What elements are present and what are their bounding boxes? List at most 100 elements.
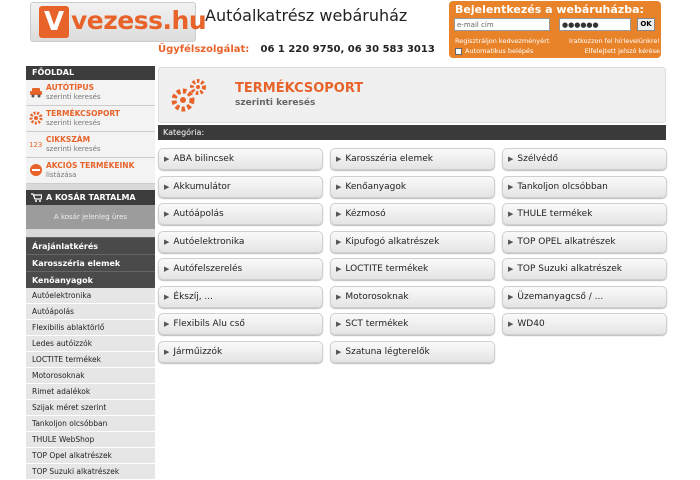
category-label: THULE termékek bbox=[517, 209, 593, 219]
search-title: CIKKSZÁM bbox=[46, 135, 91, 144]
cart-icon bbox=[31, 193, 42, 202]
category-button[interactable]: ▶ Karosszéria elemek bbox=[330, 148, 495, 170]
arrow-right-icon: ▶ bbox=[508, 320, 514, 328]
category-button[interactable]: ▶ TOP Suzuki alkatrészek bbox=[502, 258, 667, 280]
sidebar-category[interactable]: Karosszéria elemek bbox=[26, 254, 155, 271]
sidebar-subitem[interactable]: Ledes autóizzók bbox=[26, 336, 155, 352]
category-button[interactable]: ▶ Járműizzók bbox=[158, 340, 323, 363]
arrow-right-icon: ▶ bbox=[164, 210, 170, 218]
arrow-right-icon: ▶ bbox=[508, 182, 514, 191]
category-button[interactable]: ▶ LOCTITE termékek bbox=[330, 258, 495, 280]
arrow-right-icon: ▶ bbox=[164, 320, 170, 328]
search-sub: listázása bbox=[46, 171, 77, 179]
category-label: Járműizzók bbox=[173, 346, 223, 357]
category-label: Ékszíj, ... bbox=[173, 291, 214, 302]
category-button[interactable]: ▶ Autóelektronika bbox=[158, 230, 323, 253]
search-sub: szerinti keresés bbox=[46, 119, 101, 127]
category-button[interactable]: ▶ Kézmosó bbox=[330, 203, 495, 225]
search-by-car-type[interactable]: AUTÓTÍPUS szerinti keresés bbox=[26, 80, 155, 106]
auto-login-label: Automatikus belépés bbox=[465, 47, 534, 55]
category-button[interactable]: ▶ Autóápolás bbox=[158, 203, 323, 225]
sale-products[interactable]: AKCIÓS TERMÉKEINK listázása bbox=[26, 158, 155, 184]
cart-title: A KOSÁR TARTALMA bbox=[46, 193, 136, 202]
cart-header[interactable]: A KOSÁR TARTALMA bbox=[26, 190, 155, 205]
sidebar-subitem[interactable]: Rimet adalékok bbox=[26, 384, 155, 400]
sidebar-category[interactable]: Kenőanyagok bbox=[26, 271, 155, 288]
cart-empty-text: A kosár jelenleg üres bbox=[26, 205, 155, 229]
category-label: Kézmosó bbox=[345, 209, 386, 219]
search-title: AKCIÓS TERMÉKEINK bbox=[46, 161, 135, 170]
auto-login-checkbox[interactable]: Automatikus belépés bbox=[455, 46, 533, 56]
site-logo[interactable]: V vezess.hu bbox=[30, 2, 207, 42]
category-label: Autóelektronika bbox=[173, 236, 245, 247]
category-button[interactable]: ▶ Ékszíj, ... bbox=[158, 285, 323, 308]
arrow-right-icon: ▶ bbox=[508, 237, 514, 246]
category-button[interactable]: ▶ TOP OPEL alkatrészek bbox=[502, 230, 667, 253]
category-label: Szatuna légterelők bbox=[345, 346, 430, 357]
forgot-password-link[interactable]: Elfelejtett jelszó kérése bbox=[585, 46, 660, 56]
category-label: ABA bilincsek bbox=[173, 154, 235, 164]
sidebar-subitem[interactable]: Autóelektronika bbox=[26, 288, 155, 304]
category-button[interactable]: ▶ Üzemanyagcső / ... bbox=[502, 285, 667, 308]
category-button[interactable]: ▶ Flexibils Alu cső bbox=[158, 313, 323, 335]
category-label: Kenőanyagok bbox=[345, 181, 407, 192]
search-title: AUTÓTÍPUS bbox=[46, 83, 95, 92]
category-button[interactable]: ▶ SCT termékek bbox=[330, 313, 495, 335]
sidebar-subitem[interactable]: Motorosoknak bbox=[26, 368, 155, 384]
arrow-right-icon: ▶ bbox=[164, 155, 170, 163]
sidebar-category[interactable]: Árajánlatkérés bbox=[26, 237, 155, 254]
checkbox-icon bbox=[455, 47, 462, 55]
arrow-right-icon: ▶ bbox=[164, 237, 170, 246]
sidebar-subitem[interactable]: Szijak méret szerint bbox=[26, 400, 155, 416]
category-button[interactable]: ▶ Kenőanyagok bbox=[330, 175, 495, 198]
arrow-right-icon: ▶ bbox=[164, 265, 170, 273]
arrow-right-icon: ▶ bbox=[336, 210, 342, 218]
category-label: Tankoljon olcsóbban bbox=[517, 181, 608, 192]
register-link[interactable]: Regisztráljon kedvezményért bbox=[455, 36, 549, 46]
category-button[interactable]: ▶ Szatuna légterelők bbox=[330, 340, 495, 363]
category-label: Motorosoknak bbox=[345, 291, 409, 302]
category-button[interactable]: ▶ ABA bilincsek bbox=[158, 148, 323, 170]
category-button[interactable]: ▶ Autófelszerelés bbox=[158, 258, 323, 280]
arrow-right-icon: ▶ bbox=[164, 182, 170, 191]
category-button[interactable]: ▶ Szélvédő bbox=[502, 148, 667, 170]
category-label: Kipufogó alkatrészek bbox=[345, 236, 440, 247]
password-input[interactable] bbox=[559, 18, 631, 31]
category-label: Akkumulátor bbox=[173, 181, 231, 192]
category-button[interactable]: ▶ WD40 bbox=[502, 313, 667, 335]
category-bar: Kategória: bbox=[158, 125, 666, 140]
logo-text: vezess.hu bbox=[71, 6, 207, 35]
gear-icon bbox=[29, 111, 43, 125]
section-header: TERMÉKCSOPORT szerinti keresés bbox=[158, 67, 666, 123]
search-sub: szerinti keresés bbox=[46, 93, 101, 101]
sidebar-subitem[interactable]: THULE WebShop bbox=[26, 432, 155, 448]
category-button[interactable]: ▶ THULE termékek bbox=[502, 203, 667, 225]
category-button[interactable]: ▶ Tankoljon olcsóbban bbox=[502, 175, 667, 198]
sidebar-subitem[interactable]: TOP Opel alkatrészek bbox=[26, 448, 155, 464]
sidebar-subitem[interactable]: Tankoljon olcsóbban bbox=[26, 416, 155, 432]
gears-icon bbox=[171, 79, 206, 112]
search-by-product-group[interactable]: TERMÉKCSOPORT szerinti keresés bbox=[26, 106, 155, 132]
arrow-right-icon: ▶ bbox=[164, 347, 170, 356]
search-by-part-number[interactable]: 123 CIKKSZÁM szerinti keresés bbox=[26, 132, 155, 158]
sidebar-subitem[interactable]: LOCTITE termékek bbox=[26, 352, 155, 368]
home-link[interactable]: FŐOLDAL bbox=[26, 66, 155, 80]
category-button[interactable]: ▶ Akkumulátor bbox=[158, 175, 323, 198]
newsletter-link[interactable]: Iratkozzon fel hírlevelünkre! bbox=[569, 36, 660, 46]
category-label: TOP Suzuki alkatrészek bbox=[517, 264, 622, 274]
category-button[interactable]: ▶ Kipufogó alkatrészek bbox=[330, 230, 495, 253]
page-subtitle: szerinti keresés bbox=[235, 98, 316, 108]
sidebar-subitem[interactable]: Flexibilis ablaktörlő bbox=[26, 320, 155, 336]
sidebar-subitem[interactable]: TOP Suzuki alkatrészek bbox=[26, 464, 155, 480]
arrow-right-icon: ▶ bbox=[336, 155, 342, 163]
car-icon bbox=[30, 88, 42, 98]
category-button[interactable]: ▶ Motorosoknak bbox=[330, 285, 495, 308]
email-input[interactable] bbox=[454, 18, 550, 31]
arrow-right-icon: ▶ bbox=[336, 292, 342, 301]
sidebar-subitem[interactable]: Autóápolás bbox=[26, 304, 155, 320]
arrow-right-icon: ▶ bbox=[336, 347, 342, 356]
arrow-right-icon: ▶ bbox=[164, 292, 170, 301]
login-ok-button[interactable]: OK bbox=[637, 18, 655, 31]
arrow-right-icon: ▶ bbox=[336, 237, 342, 246]
sidebar: FŐOLDAL AUTÓTÍPUS szerinti keresés TERMÉ… bbox=[26, 66, 155, 480]
